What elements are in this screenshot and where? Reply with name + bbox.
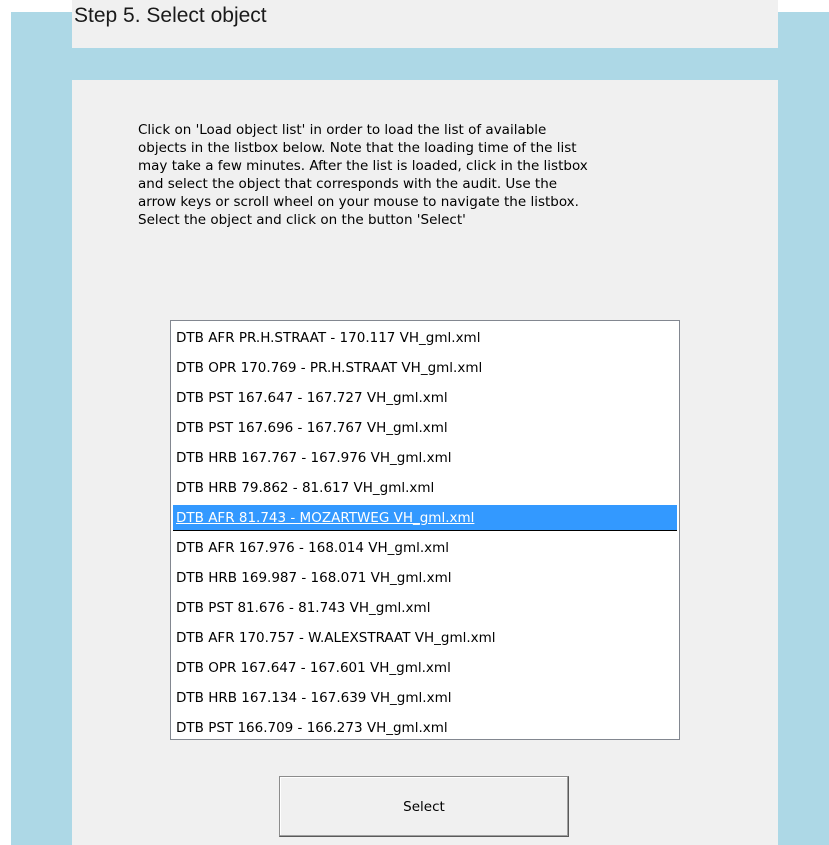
list-item[interactable]: DTB HRB 167.134 - 167.639 VH_gml.xml bbox=[173, 685, 677, 711]
list-item[interactable]: DTB OPR 170.769 - PR.H.STRAAT VH_gml.xml bbox=[173, 355, 677, 381]
list-item[interactable]: DTB HRB 79.862 - 81.617 VH_gml.xml bbox=[173, 475, 677, 501]
list-item-selected[interactable]: DTB AFR 81.743 - MOZARTWEG VH_gml.xml bbox=[173, 505, 677, 531]
list-item[interactable]: DTB AFR PR.H.STRAAT - 170.117 VH_gml.xml bbox=[173, 325, 677, 351]
object-listbox[interactable]: DTB AFR PR.H.STRAAT - 170.117 VH_gml.xml… bbox=[170, 320, 680, 740]
list-item[interactable]: DTB AFR 170.757 - W.ALEXSTRAAT VH_gml.xm… bbox=[173, 625, 677, 651]
main-panel: Click on 'Load object list' in order to … bbox=[72, 80, 778, 845]
step-title: Step 5. Select object bbox=[74, 4, 267, 27]
step-header: Step 5. Select object bbox=[72, 0, 778, 48]
list-item[interactable]: DTB HRB 167.767 - 167.976 VH_gml.xml bbox=[173, 445, 677, 471]
instructions-text: Click on 'Load object list' in order to … bbox=[138, 122, 588, 228]
list-item[interactable]: DTB HRB 169.987 - 168.071 VH_gml.xml bbox=[173, 565, 677, 591]
list-item[interactable]: DTB PST 167.696 - 167.767 VH_gml.xml bbox=[173, 415, 677, 441]
select-button[interactable]: Select bbox=[279, 776, 569, 837]
list-item[interactable]: DTB PST 81.676 - 81.743 VH_gml.xml bbox=[173, 595, 677, 621]
list-item[interactable]: DTB PST 167.647 - 167.727 VH_gml.xml bbox=[173, 385, 677, 411]
list-item[interactable]: DTB PST 166.709 - 166.273 VH_gml.xml bbox=[173, 715, 677, 739]
list-item[interactable]: DTB AFR 167.976 - 168.014 VH_gml.xml bbox=[173, 535, 677, 561]
list-item[interactable]: DTB OPR 167.647 - 167.601 VH_gml.xml bbox=[173, 655, 677, 681]
